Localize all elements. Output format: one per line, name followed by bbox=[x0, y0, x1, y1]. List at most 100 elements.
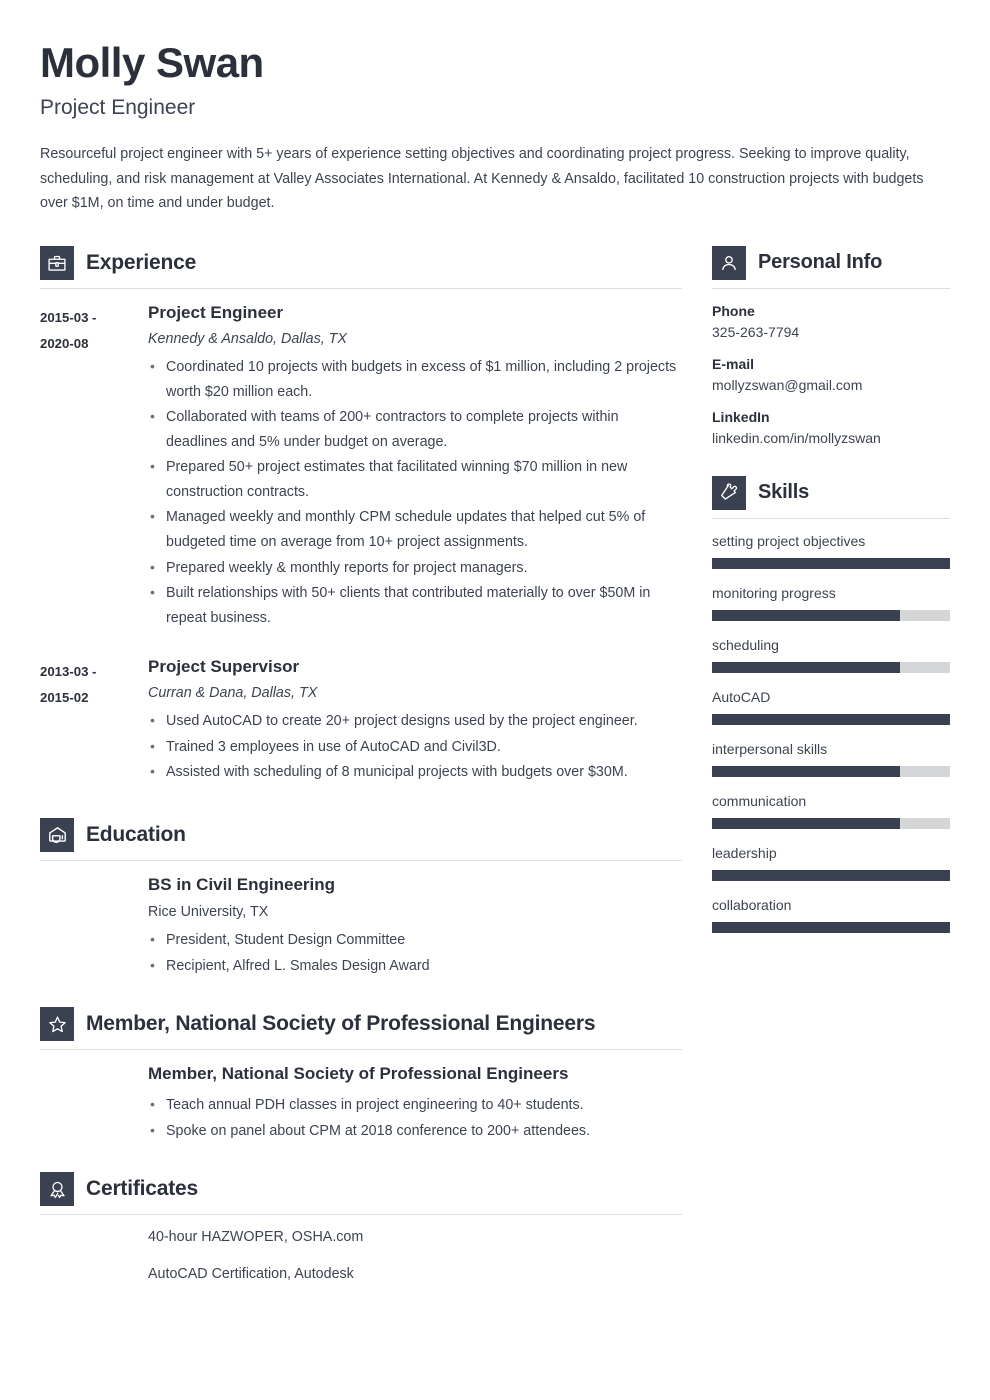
section-title: Education bbox=[86, 823, 186, 847]
list-item: Prepared 50+ project estimates that faci… bbox=[148, 454, 682, 504]
list-item: Trained 3 employees in use of AutoCAD an… bbox=[148, 734, 682, 760]
skill-label: monitoring progress bbox=[712, 584, 836, 601]
education-entry: BS in Civil Engineering Rice University,… bbox=[148, 875, 682, 978]
list-item: AutoCAD Certification, Autodesk bbox=[148, 1266, 354, 1283]
person-icon bbox=[712, 245, 746, 280]
skill-bar-fill bbox=[712, 609, 901, 621]
list-item: Prepared weekly & monthly reports for pr… bbox=[148, 555, 682, 581]
skill-item: monitoring progress bbox=[712, 585, 950, 621]
section-header-education: Education bbox=[40, 818, 682, 860]
section-divider bbox=[40, 860, 682, 862]
skill-bar-fill bbox=[712, 557, 950, 569]
skill-bar-track bbox=[712, 869, 950, 881]
education-bullets: President, Student Design Committee Reci… bbox=[148, 927, 682, 979]
skill-item: interpersonal skills bbox=[712, 741, 950, 777]
section-skills: Skills setting project objectives monito… bbox=[712, 475, 950, 933]
skill-bar-track bbox=[712, 557, 950, 569]
list-item: Coordinated 10 projects with budgets in … bbox=[148, 354, 682, 404]
section-membership: Member, National Society of Professional… bbox=[40, 1007, 682, 1143]
skill-item: AutoCAD bbox=[712, 689, 950, 725]
skill-bar-fill bbox=[712, 765, 901, 777]
section-title: Skills bbox=[758, 481, 810, 504]
contact-field: E-mail mollyzswan@gmail.com bbox=[712, 356, 950, 393]
certificates-list: 40-hour HAZWOPER, OSHA.com AutoCAD Certi… bbox=[148, 1229, 682, 1282]
puzzle-piece-icon bbox=[712, 475, 746, 510]
entry-role: Project Supervisor bbox=[148, 657, 300, 677]
degree-title: BS in Civil Engineering bbox=[148, 875, 336, 895]
section-divider bbox=[40, 1214, 682, 1216]
sidebar-column: Personal Info Phone 325-263-7794 E-mail … bbox=[712, 245, 950, 949]
skill-item: collaboration bbox=[712, 897, 950, 933]
section-header-membership: Member, National Society of Professional… bbox=[40, 1007, 682, 1049]
summary-paragraph: Resourceful project engineer with 5+ yea… bbox=[40, 146, 924, 212]
date-from: 2015-03 - bbox=[40, 309, 97, 325]
list-item: President, Student Design Committee bbox=[148, 927, 682, 953]
skill-item: leadership bbox=[712, 845, 950, 881]
section-title: Personal Info bbox=[758, 251, 883, 274]
section-title: Certificates bbox=[86, 1177, 198, 1201]
list-item: 40-hour HAZWOPER, OSHA.com bbox=[148, 1229, 364, 1246]
contact-label: Phone bbox=[712, 302, 755, 319]
section-experience: Experience 2015-03 - 2020-08 Project Eng… bbox=[40, 245, 682, 786]
skill-bar-track bbox=[712, 661, 950, 673]
list-item: Managed weekly and monthly CPM schedule … bbox=[148, 504, 682, 554]
section-personal-info: Personal Info Phone 325-263-7794 E-mail … bbox=[712, 245, 950, 446]
entry-dates: 2013-03 - 2015-02 bbox=[40, 657, 148, 786]
list-item: Used AutoCAD to create 20+ project desig… bbox=[148, 708, 682, 734]
skill-label: setting project objectives bbox=[712, 532, 866, 549]
date-from: 2013-03 - bbox=[40, 664, 97, 680]
entry-dates: 2015-03 - 2020-08 bbox=[40, 303, 148, 631]
award-ribbon-icon bbox=[40, 1172, 74, 1207]
entry-body: Project Supervisor Curran & Dana, Dallas… bbox=[148, 657, 682, 786]
skill-bar-track bbox=[712, 817, 950, 829]
skill-label: scheduling bbox=[712, 636, 779, 653]
section-divider bbox=[712, 287, 950, 289]
job-title: Project Engineer bbox=[40, 96, 196, 120]
section-title: Member, National Society of Professional… bbox=[86, 1012, 596, 1036]
contact-value-phone[interactable]: 325-263-7794 bbox=[712, 324, 950, 340]
main-column: Experience 2015-03 - 2020-08 Project Eng… bbox=[40, 245, 682, 1303]
contact-label: LinkedIn bbox=[712, 408, 770, 425]
contact-value-linkedin[interactable]: linkedin.com/in/mollyzswan bbox=[712, 430, 950, 446]
section-divider bbox=[40, 287, 682, 289]
graduation-cap-icon bbox=[40, 818, 74, 853]
contact-field: LinkedIn linkedin.com/in/mollyzswan bbox=[712, 409, 950, 446]
skill-bar-fill bbox=[712, 921, 950, 933]
membership-bullets: Teach annual PDH classes in project engi… bbox=[148, 1092, 682, 1143]
entry-organization: Curran & Dana, Dallas, TX bbox=[148, 685, 318, 702]
skill-item: scheduling bbox=[712, 637, 950, 673]
membership-entry: Member, National Society of Professional… bbox=[148, 1064, 682, 1143]
skill-bar-track bbox=[712, 609, 950, 621]
skill-bar-track bbox=[712, 713, 950, 725]
skill-label: leadership bbox=[712, 844, 777, 861]
skill-item: communication bbox=[712, 793, 950, 829]
section-certificates: Certificates 40-hour HAZWOPER, OSHA.com … bbox=[40, 1172, 682, 1282]
list-item: Teach annual PDH classes in project engi… bbox=[148, 1092, 682, 1118]
contact-value-email[interactable]: mollyzswan@gmail.com bbox=[712, 377, 950, 393]
skill-bar-track bbox=[712, 765, 950, 777]
skill-label: interpersonal skills bbox=[712, 740, 828, 757]
skill-bar-fill bbox=[712, 713, 950, 725]
skill-bar-fill bbox=[712, 661, 901, 673]
list-item: Recipient, Alfred L. Smales Design Award bbox=[148, 953, 682, 979]
skill-bar-track bbox=[712, 921, 950, 933]
contact-field: Phone 325-263-7794 bbox=[712, 303, 950, 340]
list-item: Collaborated with teams of 200+ contract… bbox=[148, 404, 682, 454]
date-to: 2015-02 bbox=[40, 690, 89, 706]
date-to: 2020-08 bbox=[40, 335, 89, 351]
skill-label: collaboration bbox=[712, 896, 792, 913]
experience-entry: 2013-03 - 2015-02 Project Supervisor Cur… bbox=[40, 657, 682, 786]
section-header-certificates: Certificates bbox=[40, 1172, 682, 1214]
resume-header: Molly Swan Project Engineer Resourceful … bbox=[40, 39, 950, 216]
skill-item: setting project objectives bbox=[712, 533, 950, 569]
membership-entry-title: Member, National Society of Professional… bbox=[148, 1064, 569, 1084]
star-icon bbox=[40, 1007, 74, 1042]
section-education: Education BS in Civil Engineering Rice U… bbox=[40, 818, 682, 978]
body-columns: Experience 2015-03 - 2020-08 Project Eng… bbox=[40, 245, 950, 1303]
skill-label: AutoCAD bbox=[712, 688, 771, 705]
entry-body: Project Engineer Kennedy & Ansaldo, Dall… bbox=[148, 303, 682, 631]
skill-bar-fill bbox=[712, 817, 901, 829]
entry-bullets: Coordinated 10 projects with budgets in … bbox=[148, 354, 682, 630]
briefcase-icon bbox=[40, 245, 74, 280]
section-header-experience: Experience bbox=[40, 245, 682, 288]
